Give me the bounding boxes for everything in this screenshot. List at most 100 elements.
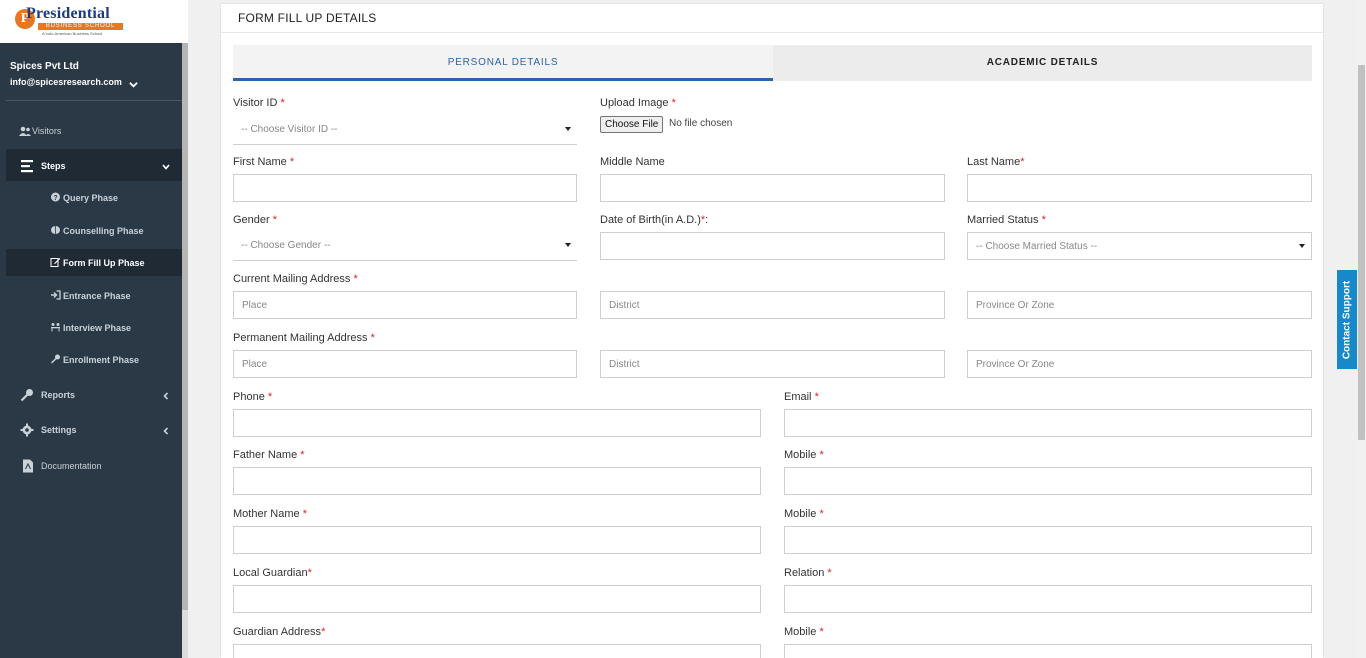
chevron-down-icon [162,164,170,170]
sidebar-item-label: Steps [41,161,66,171]
father-name-label: Father Name * [233,449,305,461]
mother-mobile-field[interactable] [784,526,1312,554]
permanent-address-label: Permanent Mailing Address * [233,332,375,344]
file-pdf-icon [23,459,33,473]
middle-name-field[interactable] [600,174,945,202]
sidebar-item-label: Documentation [41,461,102,471]
users-icon [19,126,31,136]
sidebar-item-label: Interview Phase [63,323,132,333]
local-guardian-field[interactable] [233,585,761,613]
upload-image-label: Upload Image * [600,97,676,109]
bars-icon [21,160,33,173]
middle-name-label: Middle Name [600,156,665,168]
page-title: FORM FILL UP DETAILS [238,11,377,25]
page-scrollbar-thumb[interactable] [1358,65,1365,440]
sign-in-icon [51,290,61,300]
chevron-left-icon [163,427,169,435]
married-status-select[interactable]: -- Choose Married Status -- [967,232,1312,260]
first-name-label: First Name * [233,156,295,168]
sidebar-item-label: Settings [41,425,77,435]
gender-select[interactable]: -- Choose Gender -- [233,232,577,261]
tab-academic-details[interactable]: ACADEMIC DETAILS [773,45,1312,81]
guardian-mobile-field[interactable] [784,644,1312,658]
first-name-field[interactable] [233,174,577,202]
sidebar-item-label: Form Fill Up Phase [63,258,145,268]
interview-icon [51,323,60,332]
logo-tagline: A Indo-American Business School [42,31,103,36]
company-name: Spices Pvt Ltd [10,61,79,72]
visitor-id-label: Visitor ID * [233,97,285,109]
logo-band: BUSINESS SCHOOL [38,23,123,30]
sidebar-item-interview-phase[interactable]: Interview Phase [50,322,131,333]
phone-field[interactable] [233,409,761,437]
gear-icon [20,423,34,437]
permanent-province-field[interactable] [967,350,1312,378]
sidebar-item-visitors[interactable]: Visitors [0,124,182,138]
current-province-field[interactable] [967,291,1312,319]
key-icon [50,354,60,364]
sidebar-item-reports[interactable]: Reports [0,388,182,402]
sidebar-item-label: Entrance Phase [63,291,131,301]
chevron-left-icon [163,392,169,400]
svg-text:?: ? [53,195,57,202]
sidebar-scrollbar-thumb[interactable] [182,43,188,610]
email-label: Email * [784,391,819,403]
user-email[interactable]: info@spicesresearch.com [10,77,122,87]
dob-field[interactable] [600,232,945,260]
sidebar-item-label: Counselling Phase [63,226,144,236]
caret-down-icon [565,243,571,247]
form-card [221,4,1323,658]
mother-name-label: Mother Name * [233,508,307,520]
phone-label: Phone * [233,391,273,403]
email-field[interactable] [784,409,1312,437]
current-place-field[interactable] [233,291,577,319]
sidebar-item-query-phase[interactable]: ? Query Phase [50,192,118,203]
local-guardian-label: Local Guardian* [233,567,312,579]
sidebar-item-form-fill-up-phase[interactable]: Form Fill Up Phase [50,257,145,268]
permanent-place-field[interactable] [233,350,577,378]
logo[interactable]: P Presidential BUSINESS SCHOOL A Indo-Am… [0,0,188,43]
title-divider [221,32,1323,33]
gender-label: Gender * [233,214,278,226]
last-name-field[interactable] [967,174,1312,202]
sidebar-item-steps[interactable]: Steps [0,159,182,173]
mother-name-field[interactable] [233,526,761,554]
father-mobile-label: Mobile * [784,449,824,461]
sidebar-item-documentation[interactable]: Documentation [0,459,182,473]
guardian-address-label: Guardian Address* [233,626,326,638]
father-name-field[interactable] [233,467,761,495]
dob-label: Date of Birth(in A.D.)*: [600,214,709,226]
current-address-label: Current Mailing Address * [233,273,358,285]
key-icon [20,389,33,402]
tab-bar: PERSONAL DETAILS ACADEMIC DETAILS [233,45,1312,81]
relation-field[interactable] [784,585,1312,613]
father-mobile-field[interactable] [784,467,1312,495]
choose-file-button[interactable]: Choose File [600,116,664,133]
last-name-label: Last Name* [967,156,1025,168]
sidebar-item-label: Reports [41,390,76,400]
logo-name: Presidential [26,5,110,22]
caret-down-icon [565,127,571,131]
edit-icon [50,258,61,267]
chevron-down-icon[interactable] [129,80,138,89]
select-value: -- Choose Gender -- [241,240,331,251]
sidebar-item-label: Visitors [32,126,62,136]
select-value: -- Choose Visitor ID -- [241,124,338,135]
guardian-mobile-label: Mobile * [784,626,824,638]
sidebar-item-settings[interactable]: Settings [0,423,182,437]
mother-mobile-label: Mobile * [784,508,824,520]
sidebar-item-label: Query Phase [63,193,119,203]
sidebar-item-counselling-phase[interactable]: Counselling Phase [50,225,144,236]
tab-personal-details[interactable]: PERSONAL DETAILS [233,45,773,81]
visitor-id-select[interactable]: -- Choose Visitor ID -- [233,116,577,145]
sidebar-item-enrollment-phase[interactable]: Enrollment Phase [50,354,139,365]
guardian-address-field[interactable] [233,644,761,658]
file-status: No file chosen [669,118,733,129]
contact-support-button[interactable]: Contact Support [1337,270,1357,369]
current-district-field[interactable] [600,291,945,319]
caret-down-icon [1299,244,1305,248]
active-tab-underline [233,78,773,81]
sidebar-item-entrance-phase[interactable]: Entrance Phase [50,290,131,301]
permanent-district-field[interactable] [600,350,945,378]
sidebar-divider [6,100,182,101]
